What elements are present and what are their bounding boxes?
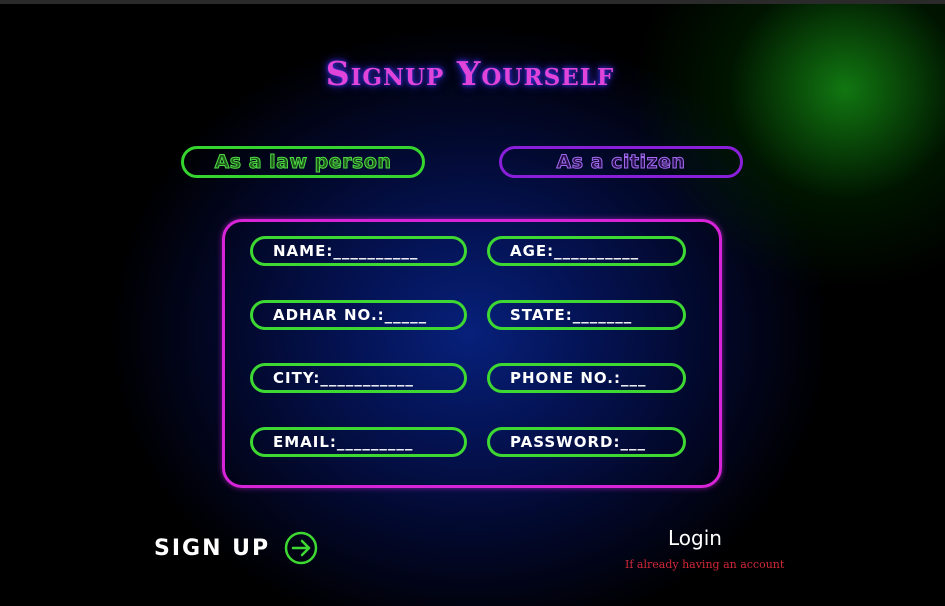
citizen-button[interactable]: As a citizen	[499, 146, 743, 178]
age-field[interactable]: AGE:__________	[487, 236, 686, 266]
city-field[interactable]: CITY:___________	[250, 363, 467, 393]
law-person-button[interactable]: As a law person	[181, 146, 425, 178]
state-field[interactable]: STATE:_______	[487, 300, 686, 330]
login-link[interactable]: Login	[668, 526, 722, 550]
arrow-right-circle-icon[interactable]	[284, 531, 318, 565]
password-field[interactable]: PASSWORD:___	[487, 427, 686, 457]
adhar-number-field[interactable]: ADHAR NO.:_____	[250, 300, 467, 330]
signup-label: SIGN UP	[154, 535, 271, 561]
signup-page: Signup Yourself As a law person As a cit…	[0, 0, 945, 606]
login-hint-text: If already having an account	[625, 558, 785, 571]
page-title: Signup Yourself	[325, 54, 615, 93]
name-field[interactable]: NAME:__________	[250, 236, 467, 266]
phone-number-field[interactable]: PHONE NO.:___	[487, 363, 686, 393]
signup-button[interactable]: SIGN UP	[154, 531, 318, 565]
email-field[interactable]: EMAIL:_________	[250, 427, 467, 457]
